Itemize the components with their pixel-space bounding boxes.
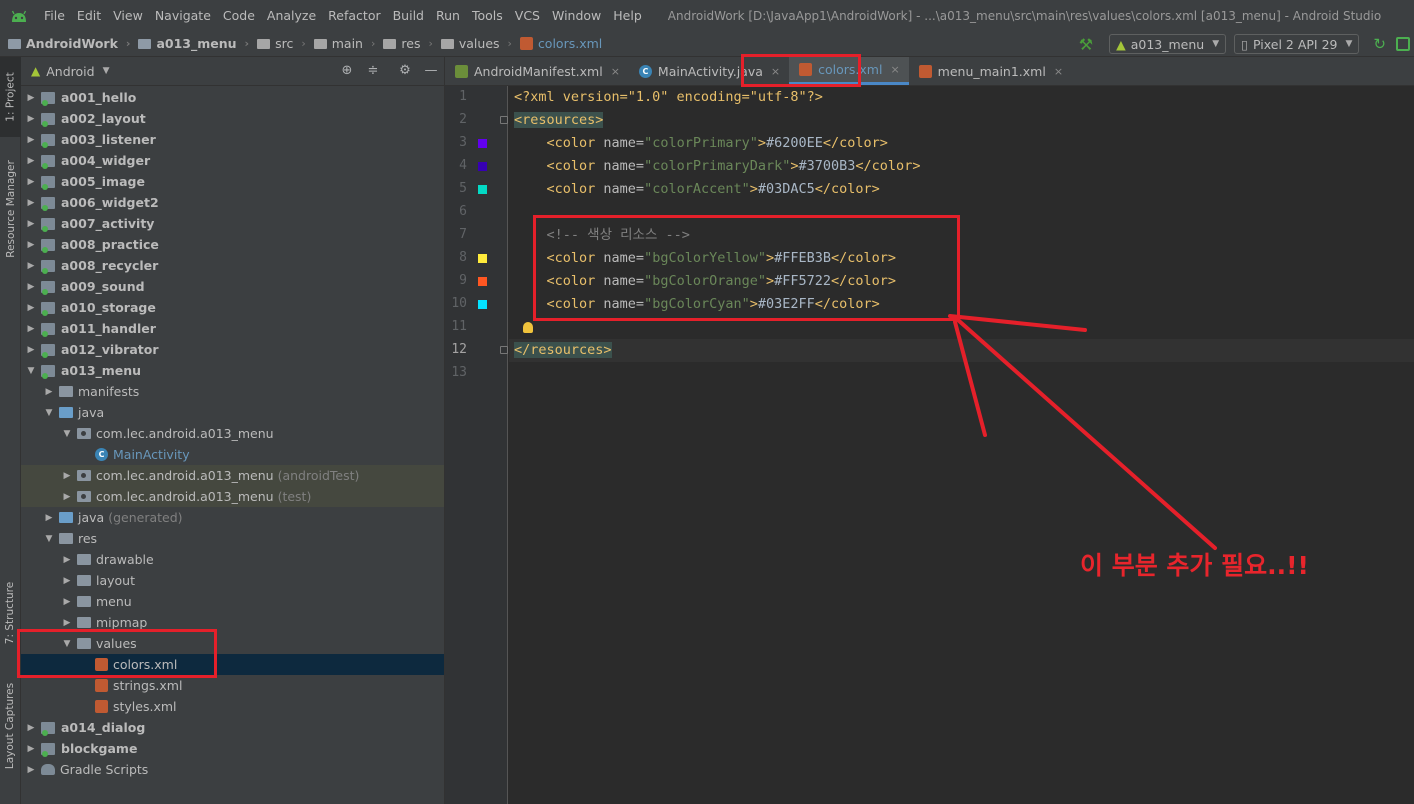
annotation-text: 이 부분 추가 필요..!! bbox=[1080, 551, 1309, 580]
annotation-arrow-line bbox=[948, 314, 1087, 332]
annotation-arrow-line bbox=[956, 318, 1217, 550]
annotation-arrows bbox=[948, 314, 1217, 550]
